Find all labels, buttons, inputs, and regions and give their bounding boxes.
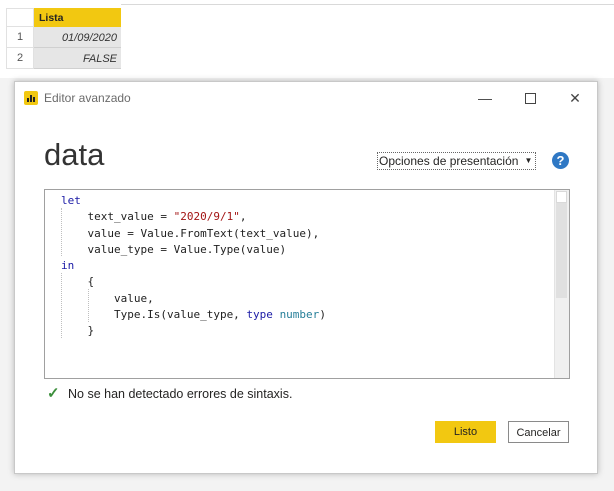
- done-button[interactable]: Listo: [435, 421, 496, 443]
- row-number[interactable]: 2: [6, 48, 34, 69]
- status-text: No se han detectado errores de sintaxis.: [68, 387, 293, 401]
- vertical-scrollbar[interactable]: [554, 190, 569, 378]
- keyword: type: [246, 308, 273, 322]
- help-icon[interactable]: ?: [552, 152, 569, 169]
- code-line: }: [61, 324, 95, 338]
- code-line: {: [61, 275, 95, 289]
- close-icon[interactable]: ✕: [562, 87, 588, 109]
- code-editor[interactable]: let text_value = "2020/9/1", value = Val…: [44, 189, 570, 379]
- cancel-button[interactable]: Cancelar: [508, 421, 569, 443]
- string-literal: "2020/9/1": [173, 210, 240, 224]
- minimize-icon[interactable]: —: [472, 87, 498, 109]
- code-line: value = Value.FromText(text_value),: [61, 226, 320, 240]
- query-name: data: [44, 137, 105, 172]
- keyword: let: [61, 194, 81, 207]
- grid-cell[interactable]: FALSE: [34, 48, 121, 69]
- check-icon: ✓: [47, 385, 60, 402]
- code-text[interactable]: let text_value = "2020/9/1", value = Val…: [61, 193, 326, 340]
- editor-gutter: [45, 190, 61, 378]
- power-bi-icon: [24, 91, 38, 105]
- grid-corner[interactable]: [6, 8, 34, 27]
- display-options-dropdown[interactable]: Opciones de presentación ▼: [377, 152, 537, 170]
- type-name: number: [279, 308, 320, 322]
- display-options-label: Opciones de presentación: [379, 154, 519, 168]
- syntax-status: ✓ No se han detectado errores de sintaxis…: [47, 384, 292, 402]
- column-header-lista[interactable]: Lista: [34, 8, 121, 27]
- advanced-editor-dialog: Editor avanzado — ✕ data Opciones de pre…: [14, 81, 598, 474]
- keyword: in: [61, 259, 75, 273]
- chevron-down-icon: ▼: [524, 156, 533, 165]
- dialog-titlebar[interactable]: Editor avanzado — ✕: [15, 82, 597, 114]
- grid-cell[interactable]: 01/09/2020: [34, 27, 121, 48]
- row-number[interactable]: 1: [6, 27, 34, 48]
- scroll-up-button[interactable]: [556, 191, 567, 203]
- dialog-title: Editor avanzado: [44, 91, 131, 105]
- scrollbar-thumb[interactable]: [556, 192, 567, 298]
- code-line: value,: [61, 291, 154, 305]
- background-ribbon-edge: [121, 0, 614, 5]
- maximize-icon[interactable]: [517, 87, 543, 109]
- code-line: value_type = Value.Type(value): [61, 242, 287, 256]
